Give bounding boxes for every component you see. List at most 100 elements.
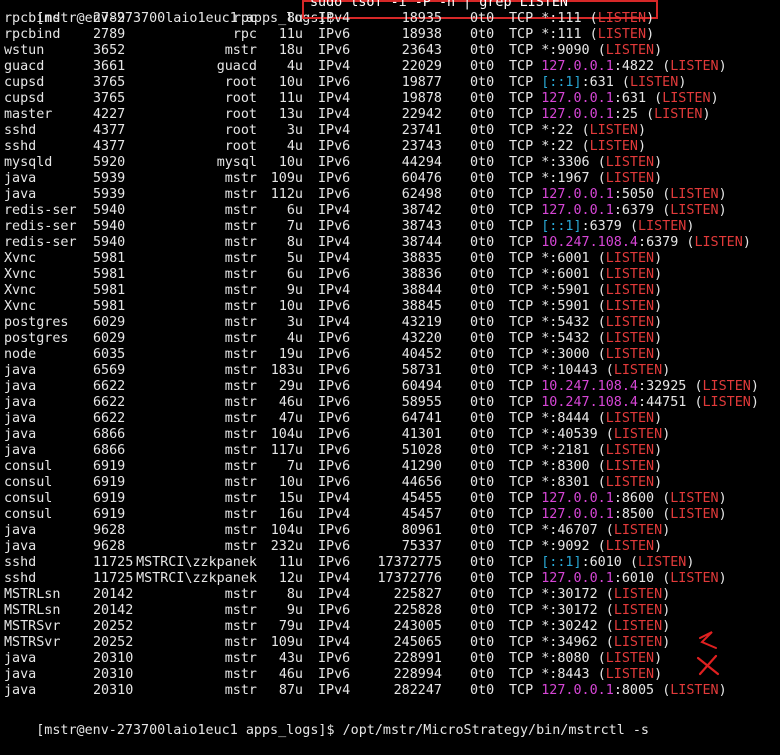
user-cell: rpc	[232, 11, 257, 26]
address-cell: TCP *:22 (LISTEN)	[509, 139, 646, 155]
paren-close: )	[654, 171, 663, 186]
paren-open: (	[597, 171, 606, 186]
type-cell: IPv4	[318, 683, 351, 698]
type-cell: IPv4	[318, 91, 351, 106]
user-cell: mstr	[224, 187, 257, 202]
device-cell: 18938	[401, 27, 442, 42]
fd-cell: 47u	[278, 411, 303, 426]
port-number: 8444	[557, 411, 598, 426]
paren-close: )	[654, 667, 663, 682]
protocol-text: TCP	[509, 187, 542, 202]
command-cell: redis-ser	[4, 219, 77, 234]
listen-state: LISTEN	[702, 395, 751, 410]
size-cell: 0t0	[470, 363, 495, 378]
colon: :	[638, 379, 647, 394]
listen-state: LISTEN	[662, 91, 711, 106]
paren-close: )	[654, 267, 663, 282]
listen-state: LISTEN	[670, 59, 719, 74]
paren-close: )	[662, 619, 671, 634]
type-cell: IPv6	[318, 603, 351, 618]
type-cell: IPv6	[318, 331, 351, 346]
paren-open: (	[597, 411, 606, 426]
command-cell: Xvnc	[4, 299, 37, 314]
address-cell: TCP *:8301 (LISTEN)	[509, 475, 662, 491]
user-cell: MSTRCI\zzkpanek	[136, 571, 257, 586]
size-cell: 0t0	[470, 267, 495, 282]
command-cell: java	[4, 443, 37, 458]
wildcard-address: *:	[541, 443, 558, 458]
wildcard-address: *:	[541, 347, 558, 362]
device-cell: 19878	[401, 91, 442, 106]
listen-state: LISTEN	[589, 139, 638, 154]
port-number: 34962	[557, 635, 606, 650]
size-cell: 0t0	[470, 427, 495, 442]
command-cell: mysqld	[4, 155, 53, 170]
protocol-text: TCP	[509, 43, 542, 58]
paren-open: (	[597, 267, 606, 282]
paren-close: )	[654, 459, 663, 474]
paren-open: (	[597, 347, 606, 362]
fd-cell: 15u	[278, 491, 303, 506]
size-cell: 0t0	[470, 187, 495, 202]
listen-state: LISTEN	[613, 587, 663, 602]
size-cell: 0t0	[470, 651, 495, 666]
listen-state: LISTEN	[613, 523, 663, 538]
port-number: 3306	[557, 155, 598, 170]
fd-cell: 8u	[286, 235, 303, 250]
type-cell: IPv6	[318, 395, 351, 410]
user-cell: root	[224, 139, 257, 154]
port-number: 44751	[646, 395, 695, 410]
fd-cell: 4u	[286, 331, 303, 346]
paren-close: )	[662, 635, 671, 650]
pid-cell: 6029	[93, 331, 126, 346]
type-cell: IPv6	[318, 43, 351, 58]
type-cell: IPv4	[318, 123, 351, 138]
size-cell: 0t0	[470, 171, 495, 186]
command-cell: postgres	[4, 331, 69, 346]
size-cell: 0t0	[470, 59, 495, 74]
command-cell: Xvnc	[4, 267, 37, 282]
ip-address: [::1]	[541, 219, 582, 234]
user-cell: mstr	[224, 475, 257, 490]
size-cell: 0t0	[470, 571, 495, 586]
paren-open: (	[654, 91, 663, 106]
port-number: 5050	[621, 187, 663, 202]
user-cell: root	[224, 75, 257, 90]
address-cell: TCP *:9090 (LISTEN)	[509, 43, 662, 59]
port-number: 3000	[557, 347, 598, 362]
address-cell: TCP 127.0.0.1:8005 (LISTEN)	[509, 683, 727, 699]
paren-open: (	[597, 299, 606, 314]
paren-open: (	[597, 651, 606, 666]
cross-mark	[696, 654, 720, 676]
type-cell: IPv6	[318, 427, 351, 442]
fd-cell: 13u	[278, 107, 303, 122]
command-cell: java	[4, 539, 37, 554]
address-cell: TCP *:22 (LISTEN)	[509, 123, 646, 139]
listen-state: LISTEN	[613, 363, 663, 378]
paren-close: )	[654, 251, 663, 266]
pid-cell: 5940	[93, 203, 126, 218]
paren-close: )	[750, 379, 759, 394]
type-cell: IPv4	[318, 251, 351, 266]
command-cell: sshd	[4, 555, 37, 570]
user-cell: mstr	[224, 235, 257, 250]
colon: :	[581, 219, 590, 234]
pid-cell: 6919	[93, 507, 126, 522]
wildcard-address: *:	[541, 155, 558, 170]
pid-cell: 3765	[93, 75, 126, 90]
terminal-window[interactable]: [mstr@env-273700laio1euc1 apps_logs]$ su…	[0, 0, 780, 738]
protocol-text: TCP	[509, 507, 542, 522]
port-number: 5901	[557, 283, 598, 298]
address-cell: TCP *:5901 (LISTEN)	[509, 299, 662, 315]
address-cell: TCP 127.0.0.1:631 (LISTEN)	[509, 91, 719, 107]
command-cell: java	[4, 395, 37, 410]
port-number: 40539	[557, 427, 606, 442]
type-cell: IPv6	[318, 219, 351, 234]
listen-state: LISTEN	[605, 459, 655, 474]
protocol-text: TCP	[509, 587, 542, 602]
port-number: 5432	[557, 331, 598, 346]
size-cell: 0t0	[470, 491, 495, 506]
device-cell: 245065	[393, 635, 442, 650]
user-cell: mstr	[224, 603, 257, 618]
command-cell: consul	[4, 491, 53, 506]
